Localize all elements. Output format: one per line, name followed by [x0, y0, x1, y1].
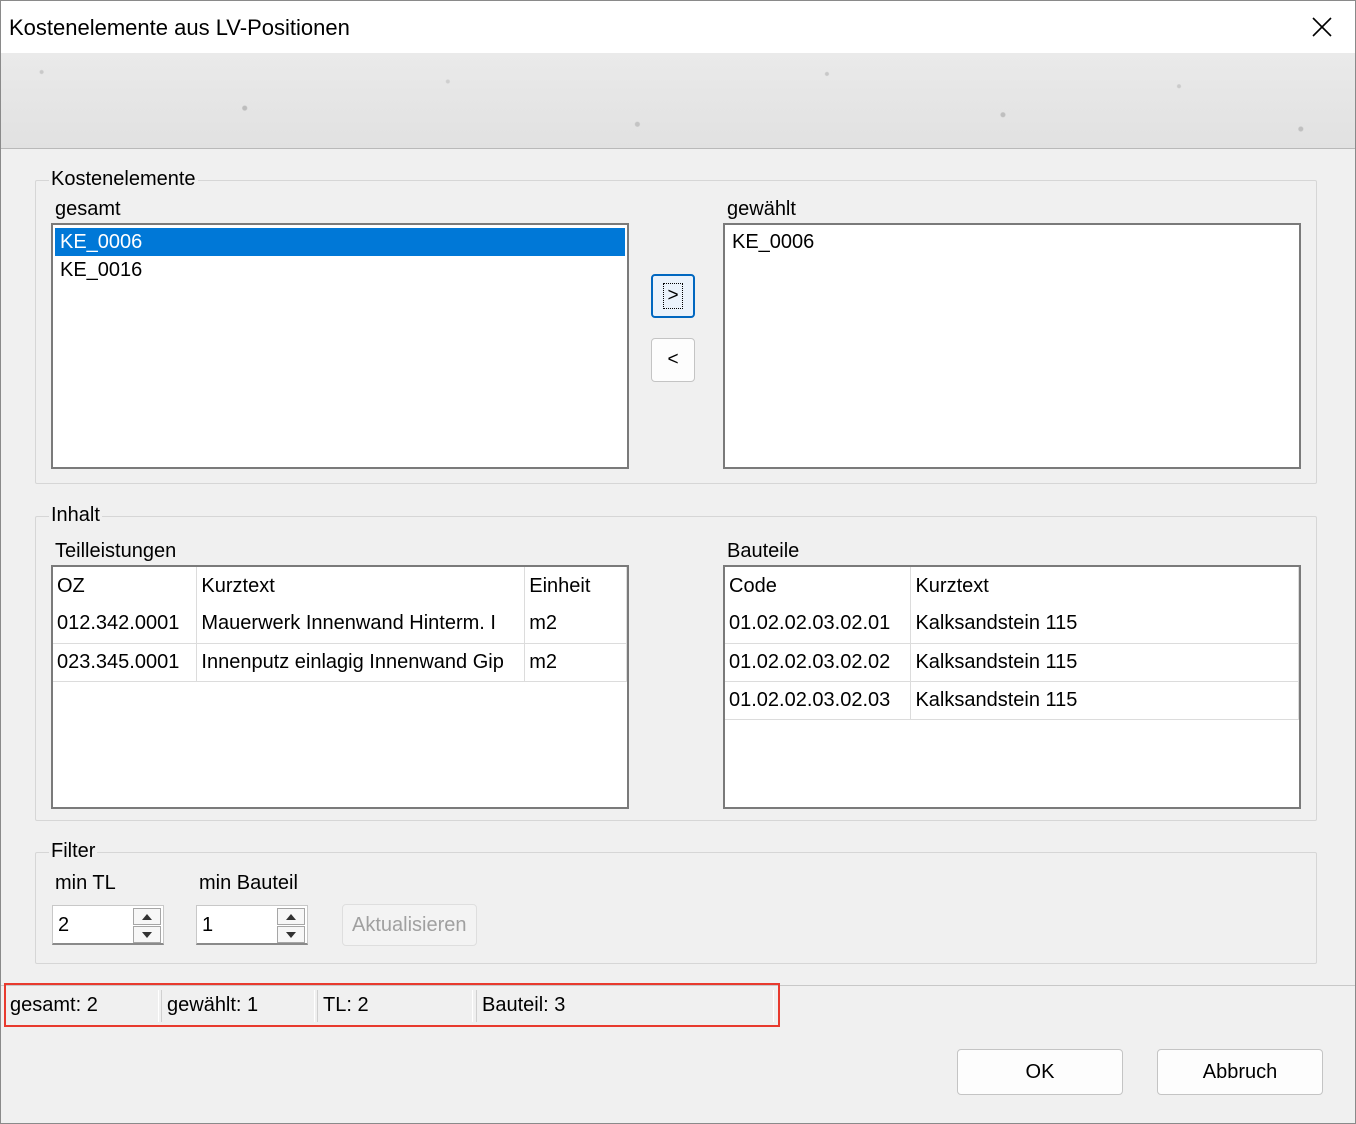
gewaehlt-label: gewählt — [727, 198, 796, 220]
list-item[interactable]: KE_0016 — [55, 256, 625, 284]
table-cell[interactable]: Kalksandstein 115 — [910, 681, 1299, 720]
column-header[interactable]: Code — [725, 567, 912, 605]
header-row: OZ Kurztext Einheit — [53, 567, 627, 605]
teilleistungen-label: Teilleistungen — [55, 540, 177, 562]
min-bauteil-label: min Bauteil — [199, 872, 298, 894]
table-row[interactable]: 023.345.0001 Innenputz einlagig Innenwand… — [53, 643, 627, 682]
column-header[interactable]: Kurztext — [196, 567, 526, 605]
min-tl-value[interactable]: 2 — [58, 913, 69, 937]
min-bauteil-up-button[interactable] — [277, 908, 305, 925]
table-row[interactable]: 01.02.02.03.02.01 Kalksandstein 115 — [725, 605, 1299, 644]
min-tl-up-button[interactable] — [133, 908, 161, 925]
table-cell[interactable]: 023.345.0001 — [53, 643, 198, 682]
bauteile-grid[interactable]: Code Kurztext 01.02.02.03.02.01 Kalksandste… — [723, 565, 1301, 809]
table-cell[interactable]: 01.02.02.03.02.01 — [725, 605, 912, 644]
add-button[interactable]: > — [651, 274, 695, 318]
kostenelemente-group-label: Kostenelemente — [49, 167, 198, 191]
header-banner — [1, 53, 1355, 149]
title-bar: Kostenelemente aus LV-Positionen — [1, 1, 1355, 53]
list-item[interactable]: KE_0006 — [727, 228, 1297, 256]
status-highlight-box — [4, 983, 780, 1027]
cancel-button[interactable]: Abbruch — [1157, 1049, 1323, 1095]
table-cell[interactable]: 01.02.02.03.02.02 — [725, 643, 912, 682]
header-row: Code Kurztext — [725, 567, 1299, 605]
list-item[interactable]: KE_0006 — [55, 228, 625, 256]
table-row[interactable]: 012.342.0001 Mauerwerk Innenwand Hinterm.… — [53, 605, 627, 644]
filter-group-label: Filter — [49, 839, 98, 863]
column-header[interactable]: Einheit — [524, 567, 627, 605]
triangle-down-icon — [286, 931, 296, 938]
dialog-window: Kostenelemente aus LV-Positionen Kostene… — [0, 0, 1356, 1124]
table-row[interactable]: 01.02.02.03.02.03 Kalksandstein 115 — [725, 681, 1299, 720]
table-cell[interactable]: Kalksandstein 115 — [910, 605, 1299, 644]
bauteile-label: Bauteile — [727, 540, 800, 562]
column-header[interactable]: Kurztext — [910, 567, 1299, 605]
remove-button[interactable]: < — [651, 338, 695, 382]
min-tl-down-button[interactable] — [133, 926, 161, 943]
triangle-down-icon — [142, 931, 152, 938]
inhalt-group-label: Inhalt — [49, 503, 102, 527]
min-bauteil-value[interactable]: 1 — [202, 913, 213, 937]
min-tl-spinner[interactable]: 2 — [52, 905, 164, 945]
column-header[interactable]: OZ — [53, 567, 198, 605]
triangle-up-icon — [142, 913, 152, 920]
close-button[interactable] — [1289, 1, 1355, 53]
table-cell[interactable]: 01.02.02.03.02.03 — [725, 681, 912, 720]
min-tl-label: min TL — [55, 872, 116, 894]
table-cell[interactable]: m2 — [524, 605, 627, 644]
gesamt-listbox[interactable]: KE_0006 KE_0016 — [51, 223, 629, 469]
aktualisieren-button[interactable]: Aktualisieren — [342, 904, 477, 946]
gewaehlt-listbox[interactable]: KE_0006 — [723, 223, 1301, 469]
close-icon — [1312, 17, 1332, 37]
table-cell[interactable]: m2 — [524, 643, 627, 682]
table-cell[interactable]: 012.342.0001 — [53, 605, 198, 644]
table-row[interactable]: 01.02.02.03.02.02 Kalksandstein 115 — [725, 643, 1299, 682]
teilleistungen-grid[interactable]: OZ Kurztext Einheit 012.342.0001 Mauerwerk I… — [51, 565, 629, 809]
window-title: Kostenelemente aus LV-Positionen — [9, 15, 350, 40]
min-bauteil-down-button[interactable] — [277, 926, 305, 943]
ok-button[interactable]: OK — [957, 1049, 1123, 1095]
triangle-up-icon — [286, 913, 296, 920]
gesamt-label: gesamt — [55, 198, 121, 220]
table-cell[interactable]: Mauerwerk Innenwand Hinterm. I — [196, 605, 526, 644]
table-cell[interactable]: Innenputz einlagig Innenwand Gip — [196, 643, 526, 682]
min-bauteil-spinner[interactable]: 1 — [196, 905, 308, 945]
table-cell[interactable]: Kalksandstein 115 — [910, 643, 1299, 682]
